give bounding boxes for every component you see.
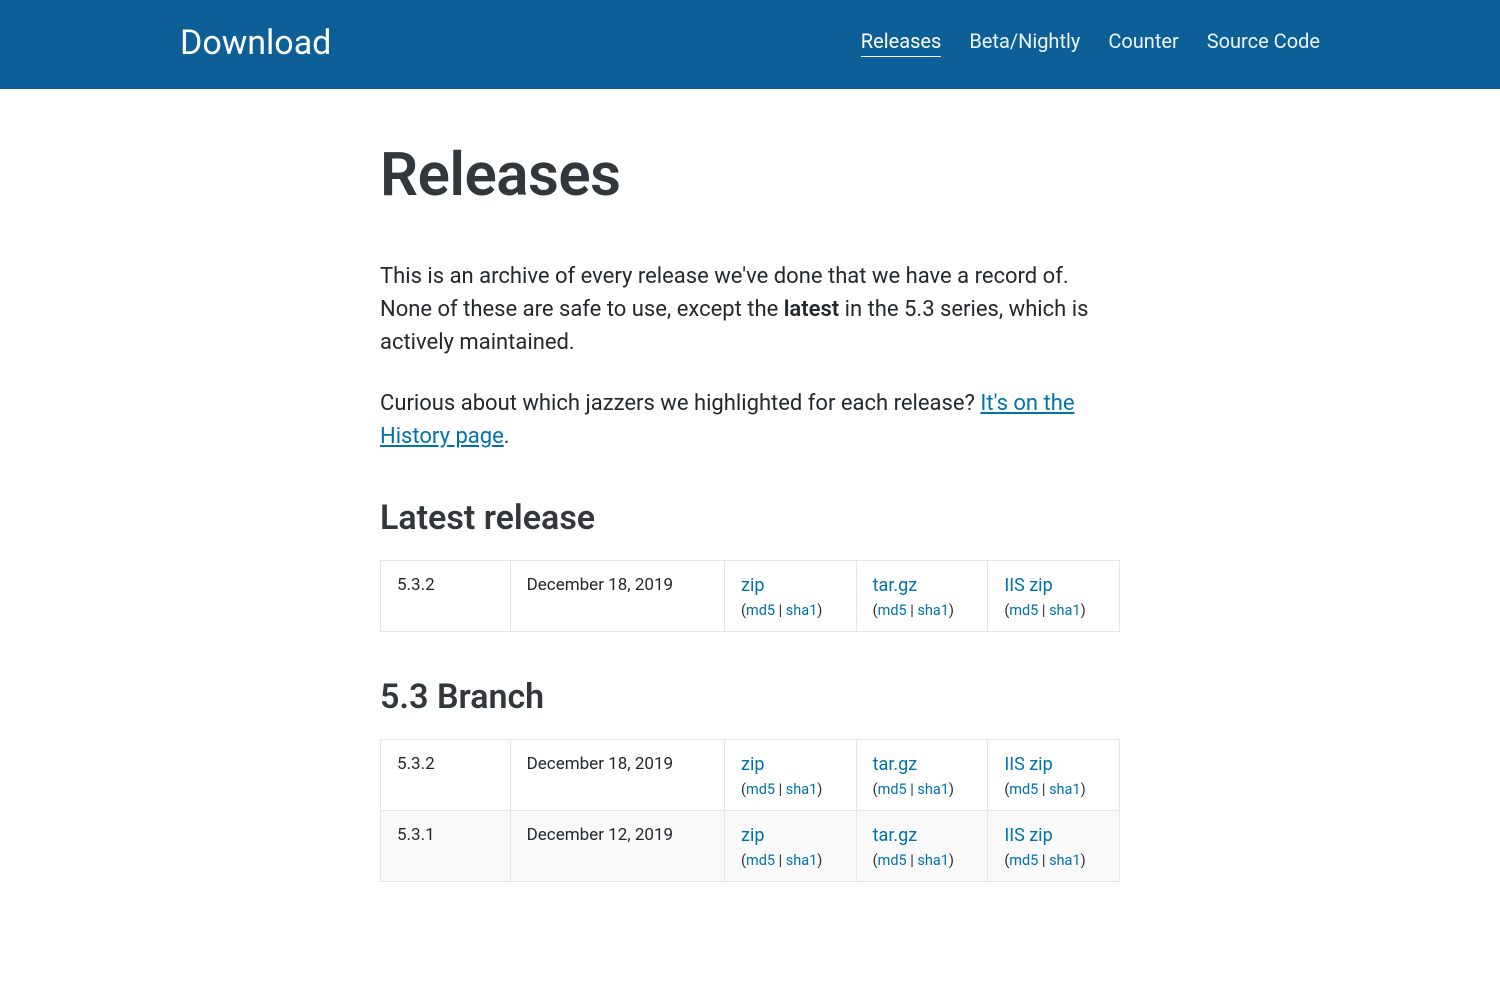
intro-line1: This is an archive of every release we'v… xyxy=(380,264,1069,289)
md5-link[interactable]: md5 xyxy=(878,602,907,619)
cell-version: 5.3.2 xyxy=(381,740,511,811)
sha1-link[interactable]: sha1 xyxy=(917,602,949,619)
hash-line: (md5 | sha1) xyxy=(1004,781,1103,798)
sha1-link[interactable]: sha1 xyxy=(917,781,949,798)
hash-line: (md5 | sha1) xyxy=(741,602,840,619)
download-iiszip-link[interactable]: IIS zip xyxy=(1004,575,1052,596)
cell-date: December 12, 2019 xyxy=(510,811,724,882)
intro2-pre: Curious about which jazzers we highlight… xyxy=(380,391,980,416)
table-row: 5.3.2 December 18, 2019 zip (md5 | sha1)… xyxy=(381,561,1120,632)
md5-link[interactable]: md5 xyxy=(746,602,775,619)
cell-download-iiszip: IIS zip (md5 | sha1) xyxy=(988,811,1120,882)
table-row: 5.3.1 December 12, 2019 zip (md5 | sha1)… xyxy=(381,811,1120,882)
hash-line: (md5 | sha1) xyxy=(741,852,840,869)
main-content: Releases This is an archive of every rel… xyxy=(360,89,1140,922)
cell-download-iiszip: IIS zip (md5 | sha1) xyxy=(988,740,1120,811)
intro-text: This is an archive of every release we'v… xyxy=(380,260,1120,453)
page-heading: Releases xyxy=(380,139,1120,210)
nav-releases[interactable]: Releases xyxy=(861,29,942,57)
cell-download-zip: zip (md5 | sha1) xyxy=(725,811,857,882)
hash-line: (md5 | sha1) xyxy=(741,781,840,798)
cell-download-targz: tar.gz (md5 | sha1) xyxy=(856,561,988,632)
download-zip-link[interactable]: zip xyxy=(741,825,764,846)
section-heading-latest: Latest release xyxy=(380,498,1120,538)
page-title: Download xyxy=(180,23,331,63)
nav-counter[interactable]: Counter xyxy=(1108,29,1178,57)
branch-53-table: 5.3.2 December 18, 2019 zip (md5 | sha1)… xyxy=(380,739,1120,882)
nav-source-code[interactable]: Source Code xyxy=(1207,29,1320,57)
intro-line2a: None of these are safe to use, except th… xyxy=(380,297,784,322)
download-targz-link[interactable]: tar.gz xyxy=(873,575,917,596)
sha1-link[interactable]: sha1 xyxy=(786,781,818,798)
cell-download-zip: zip (md5 | sha1) xyxy=(725,561,857,632)
cell-version: 5.3.1 xyxy=(381,811,511,882)
download-targz-link[interactable]: tar.gz xyxy=(873,754,917,775)
latest-release-table: 5.3.2 December 18, 2019 zip (md5 | sha1)… xyxy=(380,560,1120,632)
download-zip-link[interactable]: zip xyxy=(741,754,764,775)
hash-line: (md5 | sha1) xyxy=(873,602,972,619)
header-nav: Releases Beta/Nightly Counter Source Cod… xyxy=(861,29,1320,57)
download-iiszip-link[interactable]: IIS zip xyxy=(1004,754,1052,775)
cell-version: 5.3.2 xyxy=(381,561,511,632)
hash-line: (md5 | sha1) xyxy=(873,781,972,798)
md5-link[interactable]: md5 xyxy=(746,781,775,798)
intro2-period: . xyxy=(504,424,510,449)
cell-download-zip: zip (md5 | sha1) xyxy=(725,740,857,811)
table-row: 5.3.2 December 18, 2019 zip (md5 | sha1)… xyxy=(381,740,1120,811)
header-bar: Download Releases Beta/Nightly Counter S… xyxy=(0,0,1500,89)
cell-download-iiszip: IIS zip (md5 | sha1) xyxy=(988,561,1120,632)
section-heading-53branch: 5.3 Branch xyxy=(380,677,1120,717)
sha1-link[interactable]: sha1 xyxy=(1049,781,1081,798)
cell-date: December 18, 2019 xyxy=(510,561,724,632)
sha1-link[interactable]: sha1 xyxy=(1049,852,1081,869)
download-targz-link[interactable]: tar.gz xyxy=(873,825,917,846)
md5-link[interactable]: md5 xyxy=(746,852,775,869)
cell-download-targz: tar.gz (md5 | sha1) xyxy=(856,811,988,882)
md5-link[interactable]: md5 xyxy=(1009,602,1038,619)
md5-link[interactable]: md5 xyxy=(1009,852,1038,869)
hash-line: (md5 | sha1) xyxy=(873,852,972,869)
md5-link[interactable]: md5 xyxy=(878,781,907,798)
cell-download-targz: tar.gz (md5 | sha1) xyxy=(856,740,988,811)
hash-line: (md5 | sha1) xyxy=(1004,602,1103,619)
intro-bold: latest xyxy=(784,297,839,322)
sha1-link[interactable]: sha1 xyxy=(786,602,818,619)
cell-date: December 18, 2019 xyxy=(510,740,724,811)
download-zip-link[interactable]: zip xyxy=(741,575,764,596)
sha1-link[interactable]: sha1 xyxy=(786,852,818,869)
sha1-link[interactable]: sha1 xyxy=(1049,602,1081,619)
md5-link[interactable]: md5 xyxy=(1009,781,1038,798)
hash-line: (md5 | sha1) xyxy=(1004,852,1103,869)
sha1-link[interactable]: sha1 xyxy=(917,852,949,869)
nav-beta-nightly[interactable]: Beta/Nightly xyxy=(969,29,1080,57)
md5-link[interactable]: md5 xyxy=(878,852,907,869)
download-iiszip-link[interactable]: IIS zip xyxy=(1004,825,1052,846)
